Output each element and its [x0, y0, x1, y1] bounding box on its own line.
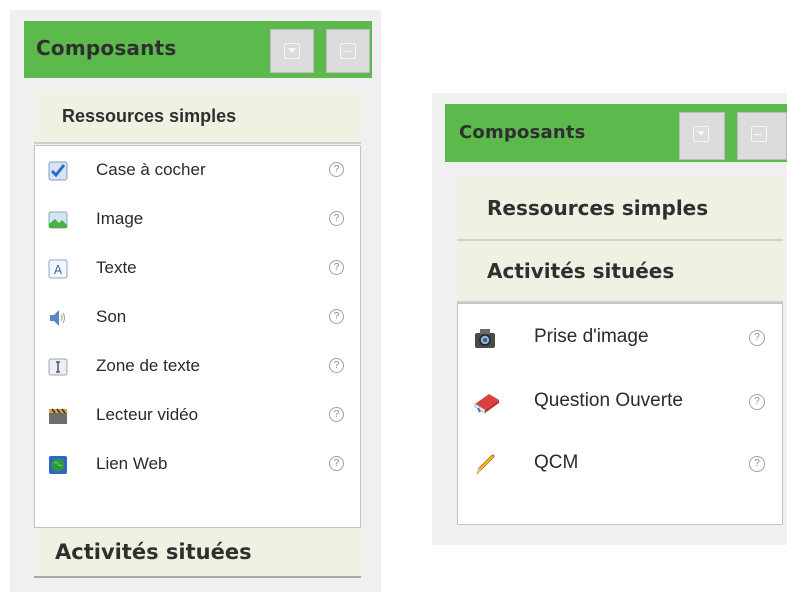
components-panel-expanded-activities: Composants Ressources simples Activités … — [432, 93, 787, 545]
help-icon[interactable]: ? — [329, 162, 344, 177]
web-link-icon — [48, 455, 68, 475]
list-item-sound[interactable]: Son ? — [35, 303, 360, 335]
item-label: Prise d'image — [534, 326, 649, 347]
help-icon[interactable]: ? — [329, 309, 344, 324]
list-item-photo-capture[interactable]: Prise d'image ? — [458, 318, 782, 358]
checkbox-icon — [48, 161, 68, 181]
resources-list: Case à cocher ? Image ? A Texte ? Son ? — [34, 145, 361, 528]
item-label: Lien Web — [96, 454, 168, 473]
activities-list: Prise d'image ? Question Ouverte ? QCM ? — [457, 303, 783, 525]
item-label: Texte — [96, 258, 137, 277]
list-item-text[interactable]: A Texte ? — [35, 254, 360, 286]
list-item-web-link[interactable]: Lien Web ? — [35, 450, 360, 482]
section-label: Activités situées — [55, 540, 252, 564]
image-icon — [48, 210, 68, 230]
list-item-image[interactable]: Image ? — [35, 205, 360, 237]
maximize-button[interactable] — [737, 112, 787, 160]
panel-title: Composants — [459, 122, 586, 143]
help-icon[interactable]: ? — [329, 407, 344, 422]
section-header-activities[interactable]: Activités situées — [457, 241, 783, 303]
window-icon — [340, 43, 356, 59]
dropdown-icon — [284, 43, 300, 59]
item-label: Question Ouverte — [534, 390, 683, 411]
help-icon[interactable]: ? — [749, 330, 765, 346]
collapse-dropdown-button[interactable] — [679, 112, 725, 160]
components-panel-expanded-resources: Composants Ressources simples Case à coc… — [10, 10, 381, 592]
help-icon[interactable]: ? — [329, 211, 344, 226]
text-icon: A — [48, 259, 68, 279]
help-icon[interactable]: ? — [329, 456, 344, 471]
list-item-textarea[interactable]: Zone de texte ? — [35, 352, 360, 384]
list-item-open-question[interactable]: Question Ouverte ? — [458, 382, 782, 422]
panel-title: Composants — [36, 36, 177, 60]
item-label: Case à cocher — [96, 160, 206, 179]
list-item-video[interactable]: Lecteur vidéo ? — [35, 401, 360, 433]
section-header-activities[interactable]: Activités situées — [34, 528, 361, 578]
collapse-dropdown-button[interactable] — [270, 29, 314, 73]
textarea-icon — [48, 357, 68, 377]
item-label: Image — [96, 209, 144, 228]
help-icon[interactable]: ? — [329, 260, 344, 275]
list-item-checkbox[interactable]: Case à cocher ? — [35, 156, 360, 188]
section-label: Ressources simples — [62, 106, 237, 126]
panel-header: Composants — [445, 104, 787, 162]
item-label: Lecteur vidéo — [96, 405, 199, 424]
panel-header: Composants — [24, 21, 372, 78]
window-icon — [751, 126, 767, 142]
book-icon — [473, 390, 499, 414]
section-label: Activités situées — [487, 259, 675, 283]
svg-text:A: A — [54, 263, 63, 277]
item-label: Zone de texte — [96, 356, 200, 375]
dropdown-icon — [693, 126, 709, 142]
maximize-button[interactable] — [326, 29, 370, 73]
sound-icon — [48, 308, 68, 328]
item-label: QCM — [534, 452, 579, 473]
section-label: Ressources simples — [487, 196, 709, 220]
section-header-resources[interactable]: Ressources simples — [34, 92, 361, 144]
help-icon[interactable]: ? — [329, 358, 344, 373]
camera-icon — [473, 326, 497, 350]
help-icon[interactable]: ? — [749, 456, 765, 472]
video-icon — [48, 406, 68, 426]
pencil-icon — [473, 452, 497, 476]
list-item-qcm[interactable]: QCM ? — [458, 444, 782, 484]
item-label: Son — [96, 307, 127, 326]
section-header-resources[interactable]: Ressources simples — [457, 177, 783, 241]
help-icon[interactable]: ? — [749, 394, 765, 410]
